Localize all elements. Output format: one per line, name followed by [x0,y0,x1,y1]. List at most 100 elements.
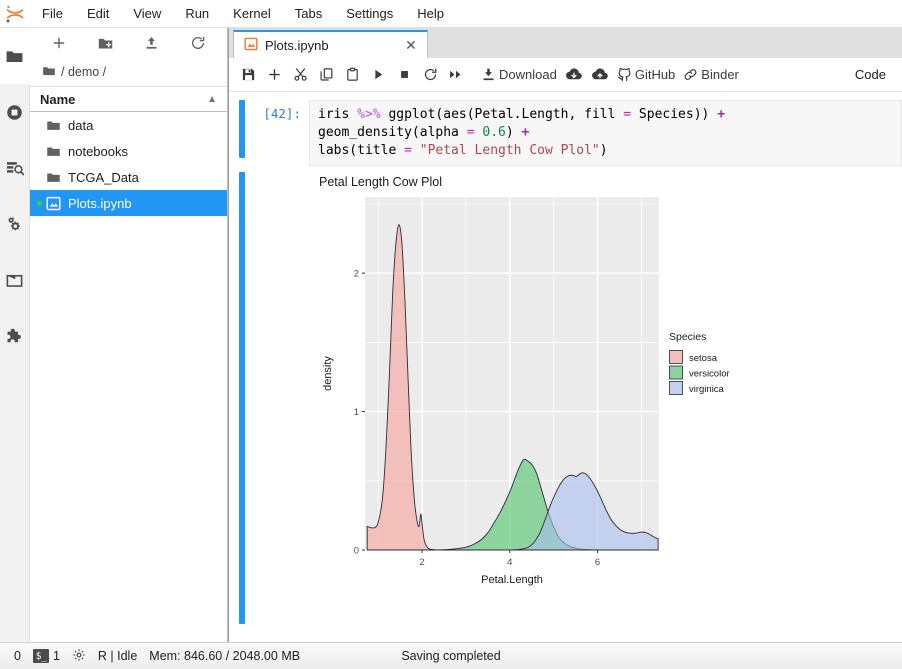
gears-icon[interactable] [0,196,30,252]
jupyterlab-window: File Edit View Run Kernel Tabs Settings Help [0,0,902,669]
legend-label-virginica: virginica [689,384,725,395]
run-cell-button[interactable] [365,62,391,88]
cloud-upload-button[interactable] [587,62,613,88]
puzzle-icon[interactable] [0,308,30,364]
chart-title: Petal Length Cow Plol [319,175,442,189]
menu-run[interactable]: Run [173,0,221,28]
refresh-button[interactable] [185,31,211,55]
legend-swatch-setosa [669,350,683,364]
file-item-plots-ipynb[interactable]: Plots.ipynb [30,190,227,216]
breadcrumb-path: / demo / [61,65,107,79]
notebook-scroll-area: [42]: iris %>% ggplot(aes(Petal.Length, … [229,92,902,642]
restart-kernel-button[interactable] [417,62,443,88]
y-tick-label: 1 [354,407,359,418]
new-launcher-button[interactable] [46,31,72,55]
legend-label-setosa: setosa [689,353,718,364]
terminal-count: 1 [52,649,60,663]
file-item-label: TCGA_Data [68,169,139,185]
binder-label: Binder [701,67,739,82]
notebook-icon [244,37,258,54]
file-item-notebooks[interactable]: notebooks [30,138,227,164]
folder-icon [46,118,61,133]
y-tick-label: 0 [354,545,359,556]
output-prompt-spacer [245,172,309,624]
tab-label: Plots.ipynb [265,37,329,53]
menu-edit[interactable]: Edit [75,0,121,28]
menu-view[interactable]: View [121,0,173,28]
folder-icon [46,170,61,185]
copy-cell-button[interactable] [313,62,339,88]
github-button[interactable]: GitHub [613,62,679,88]
palette-search-icon[interactable] [0,140,30,196]
x-axis-label: Petal.Length [481,574,543,586]
legend-swatch-versicolor [669,365,683,380]
main-body: / demo / Name ▲ data notebooks TCGA_Data Pl… [0,28,902,642]
y-axis-label: density [322,356,334,391]
activity-sidebar [0,28,30,642]
running-indicator-icon [37,200,42,206]
legend-title: Species [669,331,706,343]
gear-icon [72,648,86,665]
input-prompt: [42]: [263,106,301,121]
github-label: GitHub [634,67,676,82]
new-folder-button[interactable] [92,31,118,55]
code-cell-output: Petal Length Cow Plol 2 4 6 0 1 2 Petal.Length d… [229,166,902,624]
upload-button[interactable] [139,31,165,55]
kernel-status[interactable]: R | Idle [92,646,143,667]
interrupt-button[interactable] [391,62,417,88]
y-tick-label: 2 [354,269,359,280]
insert-cell-button[interactable] [261,62,287,88]
notebook-count: 0 [14,649,21,663]
binder-button[interactable]: Binder [679,62,743,88]
breadcrumb[interactable]: / demo / [30,58,227,86]
file-browser-icon[interactable] [0,28,30,84]
kernel-settings-status[interactable] [66,646,92,667]
x-tick-label: 2 [419,557,424,568]
memory-usage: Mem: 846.60 / 2048.00 MB [149,649,301,663]
menu-file[interactable]: File [30,0,75,28]
density-plot-svg: Petal Length Cow Plol 2 4 6 0 1 2 Petal.Length d… [319,175,730,586]
code-cell-input: [42]: iris %>% ggplot(aes(Petal.Length, … [229,92,902,166]
folder-icon [42,64,56,81]
x-tick-label: 4 [507,557,512,568]
legend-label-versicolor: versicolor [689,369,730,380]
jupyter-logo-icon [0,0,30,28]
legend-swatch-virginica [669,381,683,395]
running-terminals-icon[interactable] [0,84,30,140]
terminal-status[interactable]: $_ 1 [27,646,66,667]
menu-tabs[interactable]: Tabs [283,0,334,28]
restart-run-all-button[interactable] [443,62,469,88]
file-item-label: notebooks [68,143,128,159]
main-dock-panel: Plots.ipynb ✕ Download GitHub Binder Cod… [228,28,902,642]
menu-kernel[interactable]: Kernel [221,0,283,28]
paste-cell-button[interactable] [339,62,365,88]
file-list-header[interactable]: Name ▲ [30,86,227,112]
menu-help[interactable]: Help [405,0,456,28]
cell-type-selector[interactable]: Code [845,62,896,88]
status-bar: 0 $_ 1 R | Idle Mem: 846.60 / 2048.00 MB… [0,642,902,669]
menu-bar: File Edit View Run Kernel Tabs Settings Help [0,0,902,28]
cloud-download-button[interactable] [561,62,587,88]
file-browser-toolbar [30,28,227,58]
code-editor[interactable]: iris %>% ggplot(aes(Petal.Length, fill =… [309,100,902,166]
x-tick-label: 6 [595,557,600,568]
close-icon[interactable]: ✕ [403,37,419,53]
menu-settings[interactable]: Settings [334,0,405,28]
sort-caret-icon: ▲ [207,93,217,105]
notebook-toolbar: Download GitHub Binder Code [229,58,902,92]
file-item-data[interactable]: data [30,112,227,138]
download-button[interactable]: Download [477,62,561,88]
output-area: Petal Length Cow Plol 2 4 6 0 1 2 Petal.Length d… [309,172,902,624]
tab-plots-ipynb[interactable]: Plots.ipynb ✕ [233,30,428,58]
file-item-label: data [68,117,94,133]
tab-bar: Plots.ipynb ✕ [229,28,902,58]
file-browser-panel: / demo / Name ▲ data notebooks TCGA_Data Pl… [30,28,228,642]
window-icon[interactable] [0,252,30,308]
column-header-name: Name [40,91,76,107]
save-button[interactable] [235,62,261,88]
file-item-tcga-data[interactable]: TCGA_Data [30,164,227,190]
ggplot-figure: Petal Length Cow Plol 2 4 6 0 1 2 Petal.Length d… [317,172,777,612]
notebook-icon [46,196,61,211]
cut-cell-button[interactable] [287,62,313,88]
terminal-icon: $_ [32,649,49,663]
